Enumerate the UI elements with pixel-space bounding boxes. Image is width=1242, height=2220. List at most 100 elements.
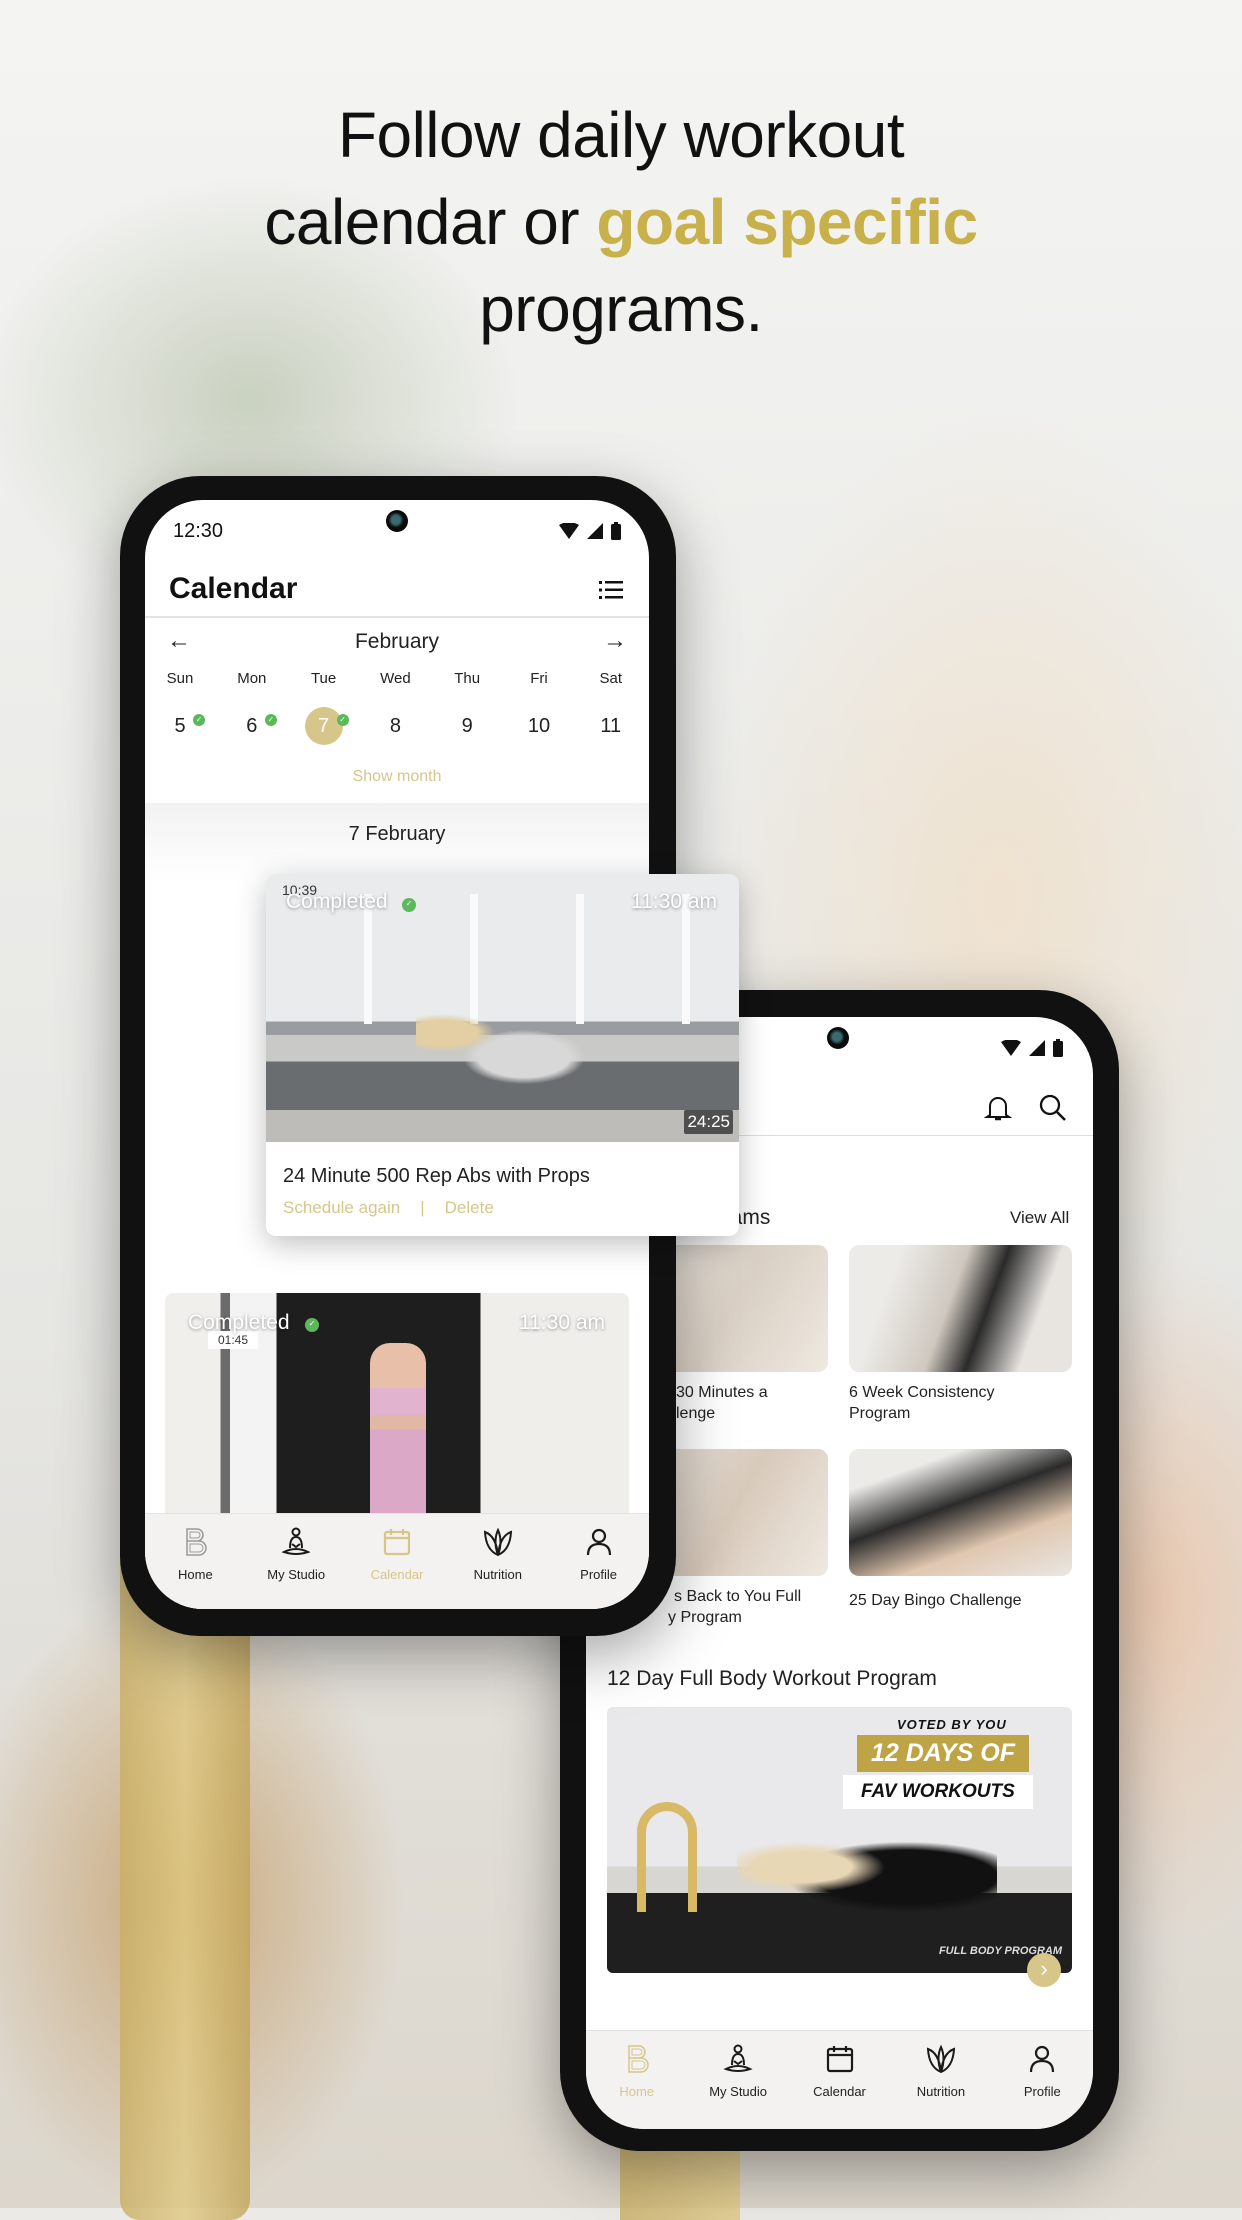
workout-thumbnail[interactable]: 10:39 Completed ✓ 11:30 am 24:25 — [266, 874, 739, 1142]
battery-icon — [1053, 1039, 1063, 1057]
day-fri[interactable]: Fri 10 — [509, 670, 569, 745]
search-icon[interactable] — [1038, 1093, 1068, 1123]
tab-home[interactable]: Home — [145, 1514, 246, 1609]
tab-profile[interactable]: Profile — [548, 1514, 649, 1609]
duration-badge: 24:25 — [684, 1110, 733, 1134]
day-number: 5 — [174, 715, 186, 737]
workout-title: 24 Minute 500 Rep Abs with Props — [283, 1165, 590, 1187]
tab-profile[interactable]: Profile — [992, 2031, 1093, 2129]
completed-status: Completed — [286, 890, 388, 913]
day-tue[interactable]: Tue 7 ✓ — [294, 670, 354, 745]
list-icon[interactable] — [599, 580, 623, 600]
featured-program-banner[interactable]: VOTED BY YOU 12 DAYS OF FAV WORKOUTS FUL… — [607, 1707, 1072, 1973]
tab-label: Nutrition — [916, 2084, 966, 2099]
program-title[interactable]: s Back to You Full y Program — [668, 1586, 802, 1628]
date-heading: 7 February — [348, 823, 446, 845]
day-number: 10 — [527, 715, 551, 737]
bell-icon[interactable] — [984, 1093, 1012, 1123]
card-actions: Schedule again | Delete — [283, 1198, 494, 1218]
meditation-icon — [280, 1526, 312, 1567]
day-name: Sat — [599, 670, 623, 687]
program-thumbnail[interactable] — [849, 1449, 1072, 1576]
tab-home[interactable]: Home — [586, 2031, 687, 2129]
program-title-line: 25 Day Bingo Challenge — [849, 1592, 1022, 1609]
workout-person — [416, 1009, 596, 1089]
program-title-line: Program — [849, 1405, 911, 1422]
program-title[interactable]: 30 Minutes a lenge — [676, 1382, 768, 1424]
wifi-icon — [559, 523, 579, 539]
view-all-link[interactable]: View All — [1010, 1208, 1069, 1228]
day-name: Thu — [454, 670, 481, 687]
day-number: 6 — [246, 715, 258, 737]
page-title: Calendar — [169, 572, 298, 605]
signal-icon — [1029, 1040, 1045, 1056]
day-wed[interactable]: Wed 8 — [365, 670, 425, 745]
banner-fav: FAV WORKOUTS — [843, 1775, 1033, 1809]
signal-icon — [587, 523, 603, 539]
tab-label: Home — [178, 1567, 213, 1582]
headline-line3: programs. — [479, 273, 763, 345]
camera — [386, 510, 408, 532]
featured-program-title: 12 Day Full Body Workout Program — [607, 1667, 937, 1690]
program-thumbnail[interactable] — [849, 1245, 1072, 1372]
b-logo-icon — [621, 2043, 653, 2084]
status-icons — [1001, 1039, 1063, 1057]
check-icon: ✓ — [264, 714, 277, 726]
day-name: Wed — [380, 670, 411, 687]
check-icon: ✓ — [305, 1318, 319, 1332]
person-icon — [1026, 2043, 1058, 2084]
tab-my-studio[interactable]: My Studio — [687, 2031, 788, 2129]
banner-person — [737, 1827, 997, 1927]
check-icon: ✓ — [402, 898, 416, 912]
day-thu[interactable]: Thu 9 — [437, 670, 497, 745]
tab-nutrition[interactable]: Nutrition — [447, 1514, 548, 1609]
person-icon — [583, 1526, 615, 1567]
banner-next-button[interactable]: › — [1027, 1953, 1061, 1987]
day-name: Sun — [166, 670, 194, 687]
schedule-again-button[interactable]: Schedule again — [283, 1198, 400, 1218]
next-month-button[interactable]: → — [603, 627, 627, 655]
tab-label: Calendar — [370, 1567, 424, 1582]
tab-my-studio[interactable]: My Studio — [246, 1514, 347, 1609]
day-name: Fri — [530, 670, 548, 687]
tab-calendar[interactable]: Calendar — [347, 1514, 448, 1609]
workout-person — [370, 1343, 426, 1523]
workout-time: 11:30 am — [631, 890, 717, 913]
battery-icon — [611, 522, 621, 540]
day-name: Mon — [237, 670, 267, 687]
leaf-icon — [482, 1526, 514, 1567]
day-sat[interactable]: Sat 11 — [581, 670, 641, 745]
program-title-line: s Back to You Full — [674, 1588, 802, 1605]
headline: Follow daily workout calendar or goal sp… — [0, 92, 1242, 353]
completed-workout-card[interactable]: 10:39 Completed ✓ 11:30 am 24:25 24 Minu… — [266, 874, 739, 1236]
day-sun[interactable]: Sun 5 ✓ — [150, 670, 210, 745]
calendar-icon — [381, 1526, 413, 1567]
separator: | — [420, 1198, 425, 1217]
meditation-icon — [722, 2043, 754, 2084]
tab-label: My Studio — [267, 1567, 326, 1582]
program-title[interactable]: 25 Day Bingo Challenge — [849, 1590, 1022, 1611]
tab-label: My Studio — [709, 2084, 768, 2099]
program-title[interactable]: 6 Week Consistency Program — [849, 1382, 995, 1424]
day-name: Tue — [310, 670, 337, 687]
bottom-tab-bar: Home My Studio Calendar Nutrition Profile — [586, 2030, 1093, 2129]
tab-nutrition[interactable]: Nutrition — [890, 2031, 991, 2129]
tab-calendar[interactable]: Calendar — [789, 2031, 890, 2129]
banner-voted: VOTED BY YOU — [897, 1717, 1007, 1732]
status-time: 12:30 — [173, 520, 224, 542]
program-title-line: 30 Minutes a — [676, 1384, 768, 1401]
tab-label: Calendar — [813, 2084, 866, 2099]
day-number: 9 — [461, 715, 473, 737]
tab-label: Nutrition — [473, 1567, 522, 1582]
month-label: February — [354, 630, 440, 653]
check-icon: ✓ — [336, 714, 349, 726]
show-month-link[interactable]: Show month — [145, 768, 649, 786]
day-mon[interactable]: Mon 6 ✓ — [222, 670, 282, 745]
delete-button[interactable]: Delete — [445, 1198, 494, 1218]
banner-days: 12 DAYS OF — [857, 1735, 1030, 1772]
tab-label: Profile — [580, 1567, 618, 1582]
workout-card[interactable]: 01:45 Completed ✓ 11:30 am — [165, 1293, 629, 1523]
camera — [827, 1027, 849, 1049]
day-number: 8 — [389, 715, 401, 737]
header-divider — [145, 616, 649, 618]
